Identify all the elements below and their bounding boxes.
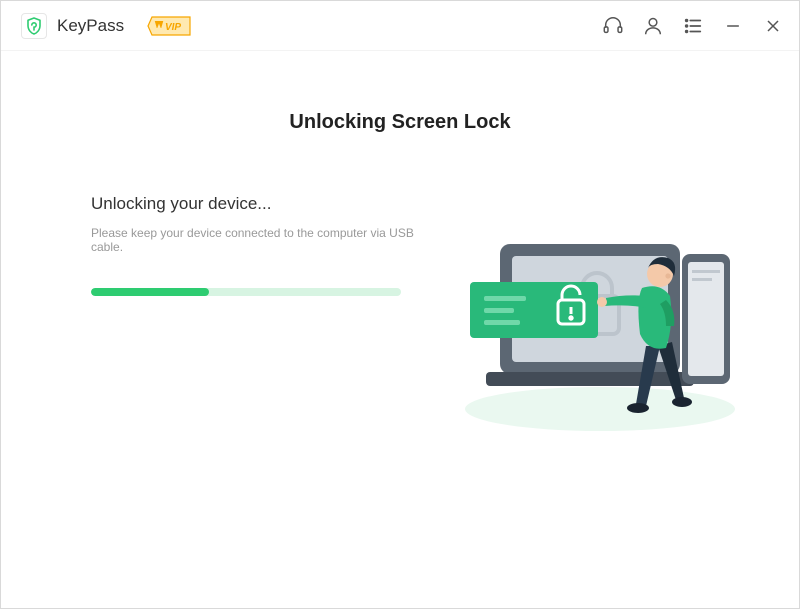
minimize-button[interactable] [721, 14, 745, 38]
body-row: Unlocking your device... Please keep you… [41, 194, 759, 434]
progress-bar [91, 288, 401, 296]
svg-text:VIP: VIP [165, 22, 181, 33]
app-name: KeyPass [57, 16, 124, 36]
vip-badge-icon[interactable]: VIP [146, 15, 192, 37]
hint-text: Please keep your device connected to the… [91, 226, 421, 254]
illustration [441, 194, 759, 434]
unlock-illustration-icon [450, 204, 750, 434]
app-logo-icon [21, 13, 47, 39]
window-controls [601, 14, 785, 38]
progress-fill [91, 288, 209, 296]
menu-icon[interactable] [681, 14, 705, 38]
content-area: Unlocking Screen Lock Unlocking your dev… [1, 51, 799, 608]
brand: KeyPass VIP [21, 13, 192, 39]
status-panel: Unlocking your device... Please keep you… [41, 194, 421, 296]
page-title: Unlocking Screen Lock [41, 111, 759, 134]
app-window: KeyPass VIP [0, 0, 800, 609]
close-button[interactable] [761, 14, 785, 38]
titlebar: KeyPass VIP [1, 1, 799, 51]
account-icon[interactable] [641, 14, 665, 38]
support-icon[interactable] [601, 14, 625, 38]
status-text: Unlocking your device... [91, 194, 421, 214]
